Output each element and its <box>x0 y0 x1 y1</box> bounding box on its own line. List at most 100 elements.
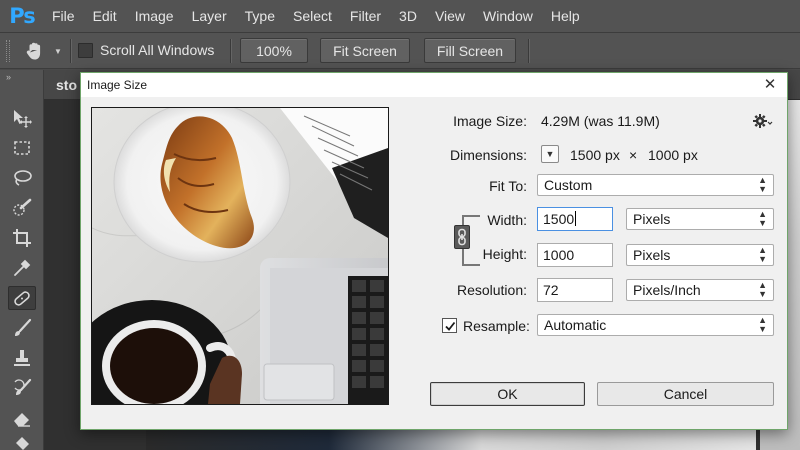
tools-panel: » <box>0 70 44 450</box>
dimensions-times: × <box>629 147 638 163</box>
dialog-titlebar[interactable]: Image Size ✕ <box>81 73 787 97</box>
resample-select[interactable]: Automatic ▲ ▼ <box>537 314 774 336</box>
marquee-tool[interactable] <box>8 136 36 160</box>
options-bar: ▼ Scroll All Windows 100% Fit Screen Fil… <box>0 32 800 69</box>
link-icon <box>458 228 466 246</box>
menu-view[interactable]: View <box>435 8 465 24</box>
width-label: Width: <box>487 212 527 228</box>
dimensions-label: Dimensions: <box>449 147 527 163</box>
resample-value: Automatic <box>544 317 607 333</box>
resolution-unit-select[interactable]: Pixels/Inch ▲ ▼ <box>626 279 774 301</box>
options-separator <box>70 39 71 63</box>
stamp-icon <box>14 350 30 366</box>
document-tab[interactable]: sto <box>56 77 77 93</box>
height-unit-value: Pixels <box>633 247 671 263</box>
image-size-label: Image Size: <box>453 113 527 129</box>
ok-button[interactable]: OK <box>430 382 585 406</box>
tool-preset-picker[interactable]: ▼ <box>24 40 68 62</box>
options-bar-grip[interactable] <box>6 40 10 62</box>
height-label: Height: <box>482 246 527 262</box>
dimensions-height: 1000 px <box>648 147 698 163</box>
brush-tool[interactable] <box>8 316 36 340</box>
eyedropper-icon <box>14 259 31 276</box>
fit-to-select[interactable]: Custom ▲ ▼ <box>537 174 774 196</box>
constrain-proportions-button[interactable] <box>454 225 470 249</box>
image-preview[interactable] <box>91 107 389 405</box>
rectangular-marquee-icon <box>14 141 30 155</box>
lasso-icon <box>14 170 32 186</box>
image-size-dialog: Image Size ✕ Image Size: 4.29M (was 11.9… <box>80 72 788 430</box>
dimensions-width: 1500 px <box>570 147 620 163</box>
height-input[interactable]: 1000 <box>537 243 613 267</box>
fit-to-label: Fit To: <box>489 178 527 194</box>
select-arrows-icon: ▲ ▼ <box>758 245 767 264</box>
menu-select[interactable]: Select <box>293 8 332 24</box>
checkmark-icon <box>444 321 455 331</box>
fill-screen-button[interactable]: Fill Screen <box>424 38 516 63</box>
width-unit-select[interactable]: Pixels ▲ ▼ <box>626 208 774 230</box>
cancel-button[interactable]: Cancel <box>597 382 774 406</box>
healing-brush-tool[interactable] <box>8 286 36 310</box>
crop-icon <box>13 229 31 247</box>
menu-filter[interactable]: Filter <box>350 8 381 24</box>
width-input[interactable]: 1500 <box>537 207 613 231</box>
hand-icon <box>26 42 41 60</box>
crop-tool[interactable] <box>8 226 36 250</box>
height-unit-select[interactable]: Pixels ▲ ▼ <box>626 244 774 266</box>
menu-bar: Ps File Edit Image Layer Type Select Fil… <box>0 0 800 32</box>
quick-selection-tool[interactable] <box>8 196 36 220</box>
menu-help[interactable]: Help <box>551 8 580 24</box>
menu-type[interactable]: Type <box>245 8 275 24</box>
height-input-value: 1000 <box>543 247 575 263</box>
select-arrows-icon: ▲ ▼ <box>758 315 767 334</box>
scroll-all-windows-label: Scroll All Windows <box>100 42 215 58</box>
lasso-tool[interactable] <box>8 166 36 190</box>
history-brush-tool[interactable] <box>8 376 36 400</box>
quick-selection-icon <box>13 198 32 216</box>
menu-image[interactable]: Image <box>135 8 174 24</box>
options-separator <box>528 39 529 63</box>
preview-photo <box>92 108 388 404</box>
close-icon[interactable]: ✕ <box>761 75 779 93</box>
dialog-title: Image Size <box>87 78 148 92</box>
scroll-all-windows-option[interactable]: Scroll All Windows <box>78 42 214 58</box>
resample-checkbox[interactable] <box>442 318 457 333</box>
history-brush-icon <box>14 378 32 395</box>
resolution-input-value: 72 <box>543 282 559 298</box>
constrain-bracket-bottom <box>462 249 480 266</box>
menu-window[interactable]: Window <box>483 8 533 24</box>
brush-icon <box>15 318 32 336</box>
fit-to-value: Custom <box>544 177 593 193</box>
select-arrows-icon: ▲ ▼ <box>758 280 767 299</box>
resolution-label: Resolution: <box>456 282 527 298</box>
gradient-tool[interactable] <box>8 432 36 450</box>
menu-file[interactable]: File <box>52 8 75 24</box>
eyedropper-tool[interactable] <box>8 256 36 280</box>
fit-screen-button[interactable]: Fit Screen <box>320 38 410 63</box>
move-icon <box>14 110 32 128</box>
clone-stamp-tool[interactable] <box>8 346 36 370</box>
gear-icon[interactable] <box>753 111 773 131</box>
bandage-icon <box>14 291 30 306</box>
eraser-tool[interactable] <box>8 406 36 430</box>
menu-3d[interactable]: 3D <box>399 8 417 24</box>
paint-bucket-icon <box>16 437 29 450</box>
scroll-all-windows-checkbox[interactable] <box>78 42 93 58</box>
width-input-value: 1500 <box>543 211 575 227</box>
resample-label: Resample: <box>463 318 530 334</box>
select-arrows-icon: ▲ ▼ <box>758 209 767 228</box>
move-tool[interactable] <box>8 106 36 130</box>
dimensions-unit-dropdown[interactable]: ▼ <box>541 145 559 163</box>
eraser-icon <box>14 413 30 427</box>
resolution-unit-value: Pixels/Inch <box>633 282 701 298</box>
resolution-input[interactable]: 72 <box>537 278 613 302</box>
text-caret <box>575 211 577 226</box>
zoom-100-button[interactable]: 100% <box>240 38 308 63</box>
menu-edit[interactable]: Edit <box>93 8 117 24</box>
panel-collapse-icon[interactable]: » <box>6 72 11 82</box>
photoshop-logo: Ps <box>9 4 36 28</box>
width-unit-value: Pixels <box>633 211 671 227</box>
options-separator <box>230 39 231 63</box>
chevron-down-icon: ▼ <box>54 46 62 56</box>
menu-layer[interactable]: Layer <box>192 8 227 24</box>
